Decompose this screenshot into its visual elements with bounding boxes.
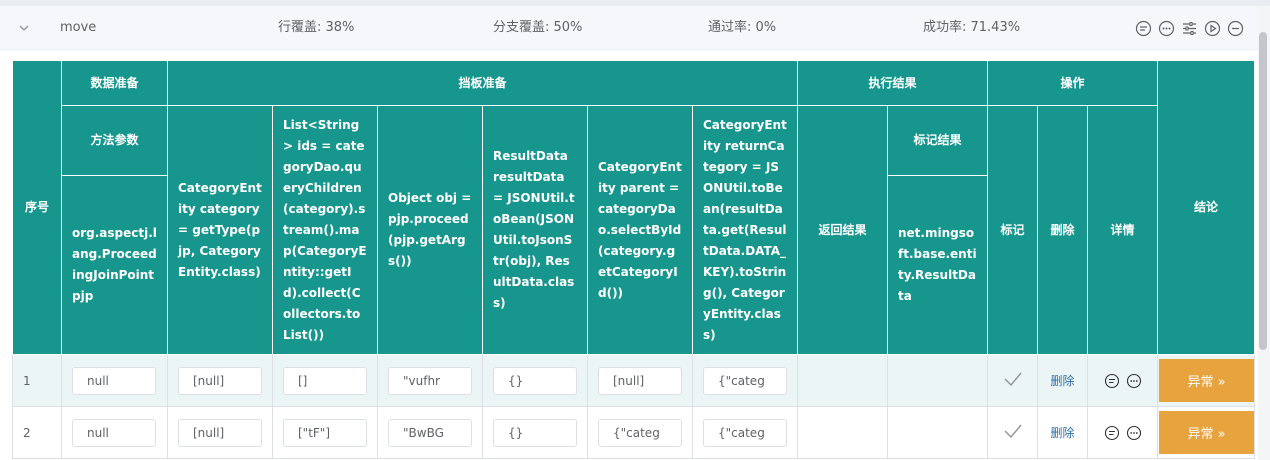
return-result-cell bbox=[797, 354, 888, 407]
operation-header: 操作 bbox=[987, 60, 1158, 106]
chat-dots-icon[interactable] bbox=[1126, 425, 1142, 441]
method-params-header: 方法参数 bbox=[61, 105, 168, 176]
play-circle-icon[interactable] bbox=[1204, 20, 1221, 37]
mark-result-cell bbox=[887, 354, 988, 407]
comment-icon[interactable] bbox=[1135, 20, 1152, 37]
scrollbar-thumb[interactable] bbox=[1259, 32, 1267, 350]
conclusion-header: 结论 bbox=[1157, 60, 1255, 355]
conclusion-cell: 异常 » bbox=[1157, 406, 1255, 459]
return-result-header: 返回结果 bbox=[797, 105, 888, 355]
mark-header: 标记 bbox=[987, 105, 1038, 355]
result-button[interactable]: 异常 » bbox=[1159, 411, 1254, 454]
detail-cell bbox=[1087, 354, 1158, 407]
success-rate: 成功率: 71.43% bbox=[923, 20, 1021, 35]
result-label: 异常 » bbox=[1187, 427, 1226, 442]
mark-type-header: net.mingsoft.base.entity.ResultData bbox=[887, 175, 988, 355]
stub-input[interactable] bbox=[283, 418, 367, 447]
stub-prep-header: 挡板准备 bbox=[167, 60, 798, 106]
param-type-header: org.aspectj.lang.ProceedingJoinPoint pjp bbox=[61, 175, 168, 355]
test-case-table: 序号 数据准备 挡板准备 执行结果 操作 结论 方法参数 CategoryEnt… bbox=[12, 60, 1255, 459]
delete-link[interactable]: 删除 bbox=[1037, 406, 1088, 459]
minus-circle-icon[interactable] bbox=[1227, 20, 1244, 37]
stub-header: CategoryEntity parent = categoryDao.sele… bbox=[587, 105, 693, 355]
index-header: 序号 bbox=[12, 60, 62, 355]
stub-input[interactable] bbox=[703, 418, 787, 447]
chevron-down-icon[interactable] bbox=[18, 6, 34, 50]
settings-sliders-icon[interactable] bbox=[1181, 20, 1198, 37]
detail-cell bbox=[1087, 406, 1158, 459]
stub-input[interactable] bbox=[283, 366, 367, 395]
exec-result-header: 执行结果 bbox=[797, 60, 988, 106]
mark-result-cell bbox=[887, 406, 988, 459]
stub-input[interactable] bbox=[493, 366, 577, 395]
stub-input[interactable] bbox=[598, 366, 682, 395]
case-name: move bbox=[60, 20, 97, 35]
check-icon[interactable] bbox=[1003, 423, 1023, 439]
check-icon[interactable] bbox=[1003, 371, 1023, 387]
stub-input[interactable] bbox=[493, 418, 577, 447]
delete-link[interactable]: 删除 bbox=[1037, 354, 1088, 407]
row-index: 1 bbox=[12, 354, 62, 407]
stub-input[interactable] bbox=[388, 366, 472, 395]
comment-icon[interactable] bbox=[1104, 373, 1120, 389]
param-input[interactable] bbox=[72, 418, 156, 447]
stub-header: ResultData resultData = JSONUtil.toBean(… bbox=[482, 105, 588, 355]
conclusion-cell: 异常 » bbox=[1157, 354, 1255, 407]
stub-input[interactable] bbox=[703, 366, 787, 395]
stub-input[interactable] bbox=[388, 418, 472, 447]
stub-input[interactable] bbox=[178, 418, 262, 447]
param-input[interactable] bbox=[72, 366, 156, 395]
stub-header: CategoryEntity category = getType(pjp, C… bbox=[167, 105, 273, 355]
case-header: move 行覆盖: 38% 分支覆盖: 50% 通过率: 0% 成功率: 71.… bbox=[0, 6, 1270, 50]
chat-dots-icon[interactable] bbox=[1158, 20, 1175, 37]
mark-result-header: 标记结果 bbox=[887, 105, 988, 176]
stub-header: Object obj = pjp.proceed(pjp.getArgs()) bbox=[377, 105, 483, 355]
mark-cell[interactable] bbox=[987, 354, 1038, 407]
stub-header: List<String> ids = categoryDao.queryChil… bbox=[272, 105, 378, 355]
comment-icon[interactable] bbox=[1104, 425, 1120, 441]
chat-dots-icon[interactable] bbox=[1126, 373, 1142, 389]
stub-header: CategoryEntity returnCategory = JSONUtil… bbox=[692, 105, 798, 355]
return-result-cell bbox=[797, 406, 888, 459]
data-prep-header: 数据准备 bbox=[61, 60, 168, 106]
branch-coverage: 分支覆盖: 50% bbox=[493, 20, 583, 35]
line-coverage: 行覆盖: 38% bbox=[278, 20, 355, 35]
table-row: 1 删除 异常 » bbox=[12, 354, 1255, 407]
detail-header: 详情 bbox=[1087, 105, 1158, 355]
result-label: 异常 » bbox=[1187, 375, 1226, 390]
row-index: 2 bbox=[12, 406, 62, 459]
pass-rate: 通过率: 0% bbox=[708, 20, 777, 35]
delete-header: 删除 bbox=[1037, 105, 1088, 355]
table-row: 2 删除 异常 » bbox=[12, 406, 1255, 459]
stub-input[interactable] bbox=[598, 418, 682, 447]
header-actions bbox=[1135, 6, 1244, 50]
mark-cell[interactable] bbox=[987, 406, 1038, 459]
result-button[interactable]: 异常 » bbox=[1159, 359, 1254, 402]
stub-input[interactable] bbox=[178, 366, 262, 395]
